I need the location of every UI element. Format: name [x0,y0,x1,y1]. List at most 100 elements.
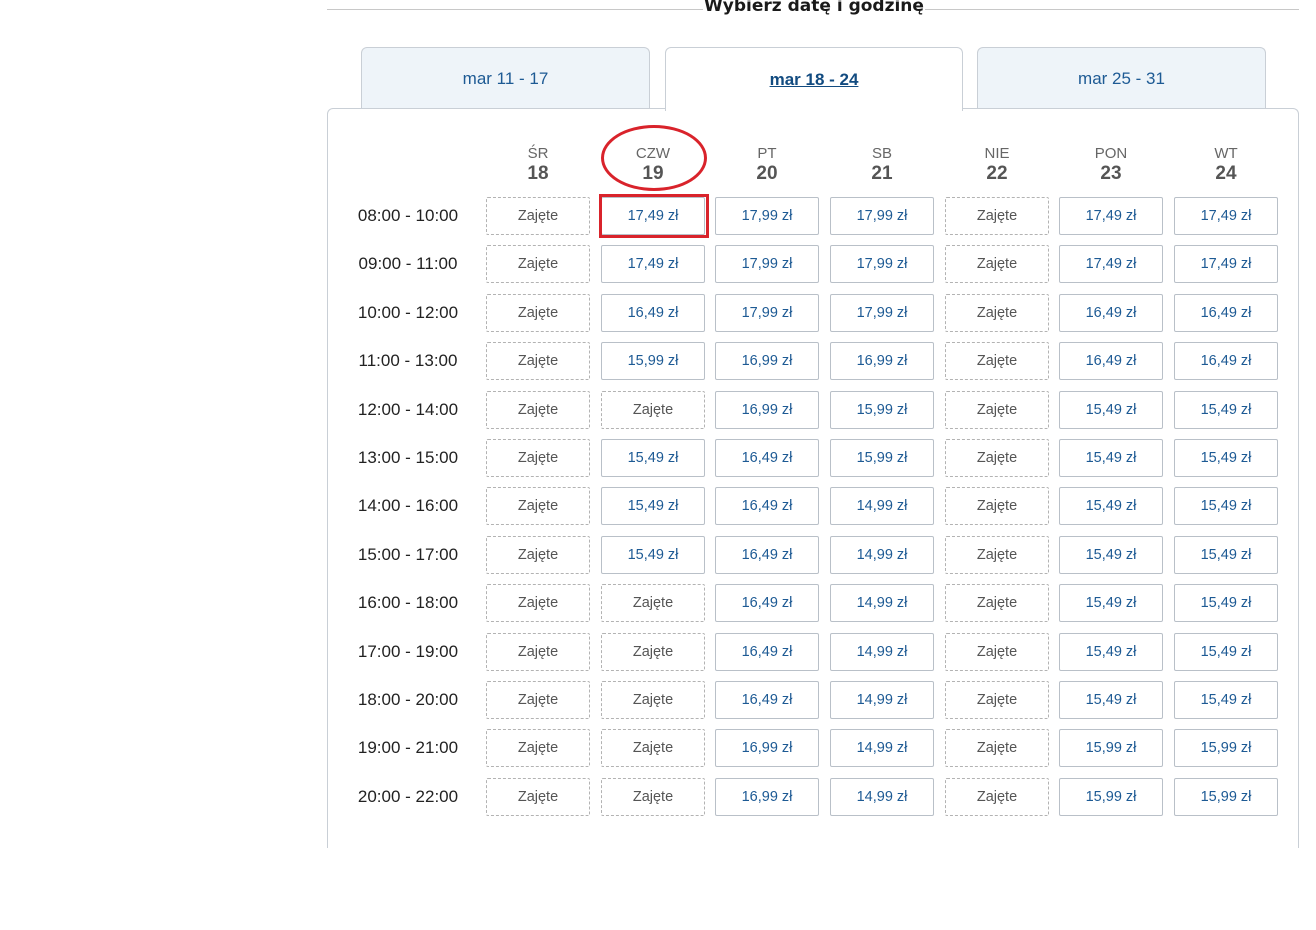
slot-price-button[interactable]: 15,49 zł [1174,390,1278,429]
slot-taken: Zajęte [601,584,705,623]
slot-price-button[interactable]: 15,49 zł [1059,390,1163,429]
slot-price-button[interactable]: 16,49 zł [715,681,819,719]
slot-price-button[interactable]: 16,49 zł [1059,342,1163,381]
slot-price-button[interactable]: 17,99 zł [715,197,819,235]
time-slot-label: 15:00 - 17:00 [357,544,459,564]
slot-price-button[interactable]: 16,49 zł [1174,342,1278,381]
day-header: NIE 22 [945,146,1049,186]
slot-price-button[interactable]: 14,99 zł [830,535,934,574]
slot-taken: Zajęte [945,487,1049,526]
slot-taken: Zajęte [486,681,590,719]
slot-price-button[interactable]: 15,49 zł [601,439,705,477]
slot-taken: Zajęte [486,777,590,816]
slot-price-button[interactable]: 15,99 zł [830,439,934,477]
slot-price-button[interactable]: 16,99 zł [715,390,819,429]
slot-price-button[interactable]: 15,49 zł [1174,439,1278,477]
section-title: Wybierz datę i godzinę [704,0,924,16]
slot-price-button[interactable]: 17,49 zł [1174,197,1278,235]
slot-price-button[interactable]: 15,99 zł [1174,729,1278,768]
slot-price-button[interactable]: 16,99 zł [715,777,819,816]
slot-price-button[interactable]: 17,49 zł [601,197,705,235]
slot-price-button[interactable]: 17,99 zł [830,197,934,235]
slot-taken: Zajęte [486,584,590,623]
slot-taken: Zajęte [601,777,705,816]
slot-taken: Zajęte [486,197,590,235]
slot-price-button[interactable]: 15,99 zł [601,342,705,381]
time-slot-label: 13:00 - 15:00 [357,448,459,467]
slot-taken: Zajęte [486,487,590,526]
slot-price-button[interactable]: 16,49 zł [601,293,705,332]
slot-price-button[interactable]: 14,99 zł [830,487,934,526]
slot-price-button[interactable]: 17,99 zł [830,293,934,332]
slot-price-button[interactable]: 16,49 zł [715,487,819,526]
slot-taken: Zajęte [486,342,590,381]
slot-price-button[interactable]: 17,49 zł [601,245,705,284]
slot-price-button[interactable]: 15,49 zł [1059,535,1163,574]
slot-price-button[interactable]: 15,49 zł [1059,632,1163,671]
slot-price-button[interactable]: 16,49 zł [715,439,819,477]
day-number: 21 [871,163,893,184]
time-slot-label: 16:00 - 18:00 [357,593,459,613]
time-slot-label: 12:00 - 14:00 [357,399,459,419]
slot-price-button[interactable]: 16,49 zł [1059,293,1163,332]
slot-price-button[interactable]: 17,99 zł [715,245,819,284]
slot-taken: Zajęte [945,632,1049,671]
slot-price-button[interactable]: 15,49 zł [601,535,705,574]
day-number: 24 [1215,163,1237,184]
slot-price-button[interactable]: 15,49 zł [1059,681,1163,719]
slot-price-button[interactable]: 15,49 zł [1174,584,1278,623]
slot-price-button[interactable]: 17,49 zł [1059,197,1163,235]
slot-price-button[interactable]: 15,49 zł [601,487,705,526]
day-number: 20 [756,163,778,184]
day-header: ŚR 18 [486,146,590,186]
slot-taken: Zajęte [601,681,705,719]
time-slot-label: 20:00 - 22:00 [357,786,459,806]
slot-price-button[interactable]: 15,49 zł [1174,487,1278,526]
slot-price-button[interactable]: 14,99 zł [830,632,934,671]
slot-price-button[interactable]: 14,99 zł [830,777,934,816]
slot-taken: Zajęte [945,681,1049,719]
slot-taken: Zajęte [945,729,1049,768]
day-name: PON [1094,145,1128,162]
slot-price-button[interactable]: 15,99 zł [1059,729,1163,768]
slot-price-button[interactable]: 17,99 zł [715,293,819,332]
tab-week-prev[interactable]: mar 11 - 17 [361,47,650,109]
day-name: NIE [984,145,1010,162]
day-name: CZW [635,145,671,162]
slot-price-button[interactable]: 15,49 zł [1174,535,1278,574]
slot-taken: Zajęte [945,439,1049,477]
slot-taken: Zajęte [486,245,590,284]
slot-price-button[interactable]: 16,49 zł [715,632,819,671]
slot-taken: Zajęte [945,584,1049,623]
slot-price-button[interactable]: 14,99 zł [830,729,934,768]
slot-price-button[interactable]: 15,49 zł [1059,487,1163,526]
slot-price-button[interactable]: 16,99 zł [715,342,819,381]
slot-taken: Zajęte [601,390,705,429]
slot-price-button[interactable]: 16,99 zł [715,729,819,768]
slot-price-button[interactable]: 15,49 zł [1059,439,1163,477]
slot-taken: Zajęte [945,777,1049,816]
slot-price-button[interactable]: 15,49 zł [1174,632,1278,671]
slot-price-button[interactable]: 17,49 zł [1174,245,1278,284]
slot-price-button[interactable]: 15,99 zł [1059,777,1163,816]
time-slot-label: 10:00 - 12:00 [357,302,459,322]
slot-price-button[interactable]: 14,99 zł [830,584,934,623]
slot-taken: Zajęte [486,293,590,332]
slot-price-button[interactable]: 16,49 zł [715,584,819,623]
slot-taken: Zajęte [945,293,1049,332]
slot-price-button[interactable]: 14,99 zł [830,681,934,719]
tab-week-next[interactable]: mar 25 - 31 [977,47,1266,109]
day-header: CZW 19 [601,146,705,186]
slot-price-button[interactable]: 15,99 zł [830,390,934,429]
tab-week-current[interactable]: mar 18 - 24 [665,47,963,111]
day-name: PT [757,145,777,162]
slot-price-button[interactable]: 16,99 zł [830,342,934,381]
time-slot-label: 08:00 - 10:00 [357,206,459,225]
slot-price-button[interactable]: 15,49 zł [1174,681,1278,719]
slot-price-button[interactable]: 16,49 zł [715,535,819,574]
slot-price-button[interactable]: 17,99 zł [830,245,934,284]
slot-price-button[interactable]: 15,49 zł [1059,584,1163,623]
slot-price-button[interactable]: 15,99 zł [1174,777,1278,816]
slot-price-button[interactable]: 16,49 zł [1174,293,1278,332]
slot-price-button[interactable]: 17,49 zł [1059,245,1163,284]
